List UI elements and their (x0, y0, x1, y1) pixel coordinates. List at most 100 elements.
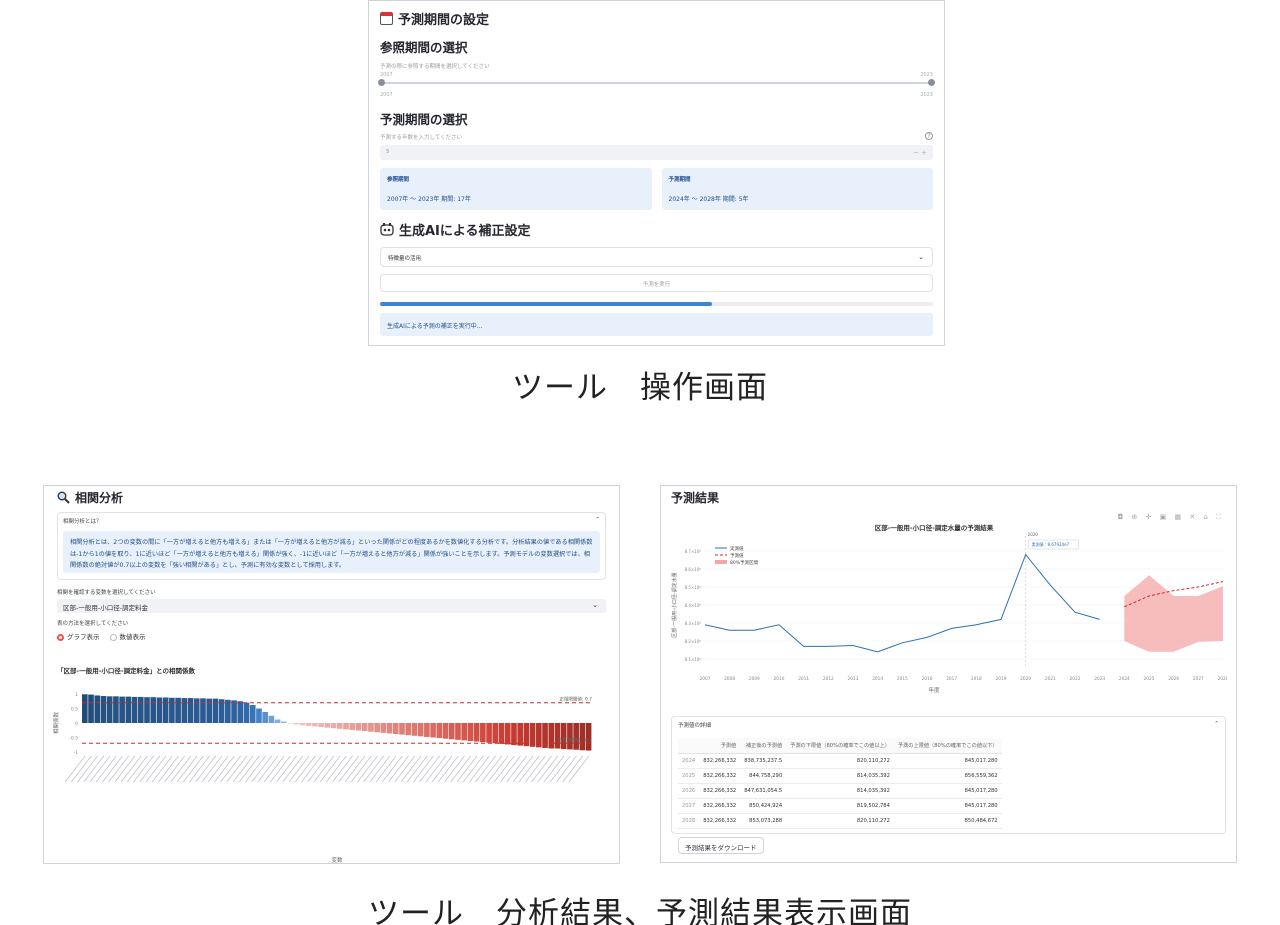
x-tick-label-placeholder (450, 755, 471, 783)
correlation-bar (343, 723, 349, 730)
correlation-bar (268, 715, 275, 723)
correlation-bar (169, 697, 175, 723)
progress-fill (380, 302, 712, 306)
y-tick-label: -0.5 (69, 736, 78, 742)
correlation-bar (88, 694, 94, 723)
radio-number[interactable]: 数値表示 (109, 631, 146, 641)
x-tick-label-placeholder (77, 755, 98, 783)
correlation-bar (281, 721, 287, 723)
x-tick-label-placeholder (158, 755, 179, 783)
download-results-button[interactable]: 予測結果をダウンロード (678, 837, 764, 854)
x-tick-label-placeholder (64, 755, 86, 783)
x-tick-label-placeholder (487, 755, 509, 783)
table-header-3[interactable]: 予測の下限値（80%の確率でこの値以上） (786, 738, 894, 754)
reference-card-value: 2007年 〜 2023年 期間: 17年 (387, 196, 471, 203)
slider-track[interactable] (380, 82, 933, 84)
x-axis-title: 年度 (928, 686, 940, 694)
correlation-bar (200, 698, 206, 723)
slider-handle-start[interactable] (378, 79, 385, 86)
table-cell: 2028 (678, 813, 700, 829)
x-tick-label-placeholder (164, 755, 185, 783)
x-tick-label: 2023 (1094, 676, 1105, 682)
correlation-bar (231, 700, 237, 723)
reference-period-card: 参照期間 2007年 〜 2023年 期間: 17年 (380, 168, 652, 210)
y-axis-title: 相関係数 (52, 712, 60, 735)
x-tick-label-placeholder (102, 755, 123, 783)
robot-icon (380, 223, 394, 236)
chevron-up-icon[interactable]: ⌃ (1214, 721, 1219, 729)
x-tick-label-placeholder (344, 755, 366, 783)
legend-band-swatch (715, 560, 727, 564)
correlation-bar (349, 723, 356, 730)
stepper-buttons[interactable]: － ＋ (913, 148, 927, 157)
x-tick-label-placeholder (338, 755, 360, 783)
slider-handle-end[interactable] (928, 79, 935, 86)
correlation-bar (436, 723, 443, 739)
forecast-years-input[interactable]: 5 － ＋ (380, 145, 933, 160)
x-tick-label-placeholder (189, 755, 210, 783)
x-tick-label: 2026 (1168, 676, 1179, 682)
chevron-up-icon[interactable]: ⌃ (595, 517, 600, 525)
legend-actual-label: 実測値 (730, 545, 744, 552)
correlation-bar (480, 723, 486, 743)
correlation-bar (175, 697, 181, 723)
table-header-0[interactable] (678, 738, 700, 754)
x-tick-label-placeholder (263, 755, 285, 783)
correlation-bar (498, 723, 505, 744)
correlation-bar (94, 695, 101, 723)
x-tick-label: 2013 (848, 676, 859, 682)
forecast-period-card: 予測期間 2024年 〜 2028年 期間: 5年 (661, 168, 933, 210)
reference-range-slider[interactable]: 2007 2023 2007 2023 (378, 72, 935, 102)
legend-band-label: 80%予測区間 (730, 559, 759, 566)
correlation-bar (492, 723, 499, 744)
table-header-2[interactable]: 補正後の予測値 (740, 738, 787, 754)
forecast-table-expander[interactable]: 予測値の詳細 ⌃ 予測値 補正後の予測値 予測の下限値（80%の確率でこの値以上）予… (671, 716, 1226, 834)
correlation-bar (100, 696, 107, 723)
x-tick-label: 2007 (700, 676, 711, 682)
table-cell: 820,110,272 (786, 753, 894, 769)
caption-operation-screen: ツール 操作画面 (512, 370, 768, 406)
x-tick-label-placeholder (195, 755, 216, 783)
correlation-expander[interactable]: 相関分析とは？ ⌃ 相関分析とは、2つの変数の間に「一方が増えると他方も増える」… (57, 512, 606, 580)
table-cell: 850,484,672 (893, 813, 1002, 829)
display-method-label: 表の方法を選択してください (57, 621, 129, 627)
help-icon[interactable]: ? (925, 132, 933, 140)
table-cell: 2025 (678, 768, 700, 784)
x-tick-label-placeholder (139, 755, 161, 783)
x-tick-label-placeholder (245, 755, 266, 783)
correlation-bar (573, 723, 579, 750)
correlation-bar (368, 723, 374, 732)
x-tick-label: 2011 (798, 676, 809, 682)
table-header-1[interactable]: 予測値 (699, 738, 741, 754)
table-cell: 838,735,237.5 (740, 753, 787, 769)
x-tick-label-placeholder (282, 755, 304, 783)
x-tick-label: 2021 (1045, 676, 1056, 682)
forecast-settings-panel: 予測期間の設定 参照期間の選択 予測の際に参照する期間を選択してください 200… (368, 0, 945, 346)
ai-settings-header: 生成AIによる補正設定 (380, 220, 933, 239)
table-header-4[interactable]: 予測の上限値（80%の確率でこの値以下） (893, 738, 1002, 754)
run-forecast-button[interactable]: 予測を実行 (380, 274, 933, 292)
correlation-bar (380, 723, 387, 733)
progress-bar (380, 302, 933, 306)
analysis-title: 相関分析 (75, 491, 124, 505)
x-tick-label-placeholder (568, 755, 590, 783)
x-tick-label-placeholder (357, 755, 378, 783)
x-tick-label-placeholder (512, 755, 534, 783)
correlation-bar (430, 723, 436, 738)
radio-graph[interactable]: グラフ表示 (57, 631, 100, 641)
x-tick-label-placeholder (556, 755, 577, 783)
forecast-card-value: 2024年 〜 2028年 期間: 5年 (668, 196, 749, 203)
upper-threshold-label: 正相関閾値: 0.7 (559, 696, 592, 703)
correlation-analysis-panel: 相関分析 相関分析とは？ ⌃ 相関分析とは、2つの変数の間に「一方が増えると他方… (43, 485, 620, 864)
x-tick-label-placeholder (301, 755, 322, 783)
x-tick-label: 2028 (1218, 676, 1227, 682)
status-message: 生成AIによる予測の補正を実行中... (380, 313, 933, 336)
table-row: 2028 832,266,332 853,073,288 820,110,272 850… (678, 813, 1002, 829)
expander-text: 相関分析とは、2つの変数の間に「一方が増えると他方も増える」または「一方が増える… (63, 531, 600, 573)
correlation-bar (523, 723, 530, 747)
variable-select[interactable]: 区部-一般用-小口径-調定料金 ⌄ (57, 599, 606, 613)
correlation-bar (442, 723, 449, 739)
ai-method-dropdown[interactable]: 特徴量の活用 ⌄ (380, 247, 933, 267)
x-tick-label-placeholder (493, 755, 515, 783)
x-tick-label-placeholder (363, 755, 384, 783)
